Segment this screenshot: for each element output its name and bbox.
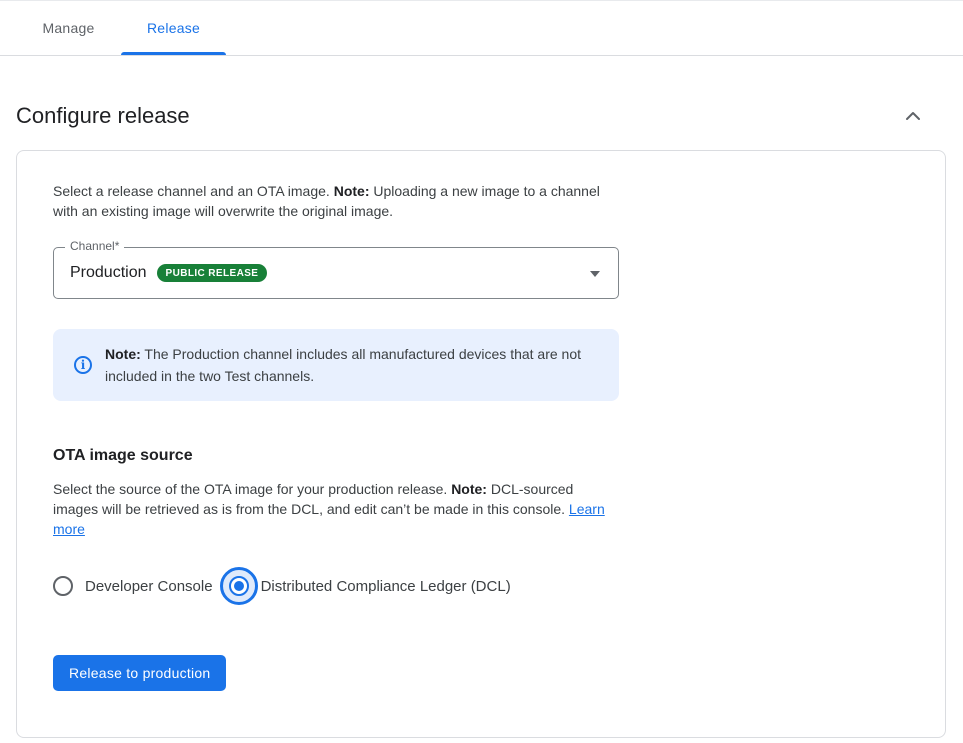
section-header: Configure release xyxy=(16,102,947,130)
tab-manage[interactable]: Manage xyxy=(16,1,121,55)
radio-dot xyxy=(234,581,244,591)
production-note-box: i Note: The Production channel includes … xyxy=(53,329,619,401)
intro-text-pre: Select a release channel and an OTA imag… xyxy=(53,183,334,199)
ota-source-description: Select the source of the OTA image for y… xyxy=(53,479,619,539)
ota-desc-note-label: Note: xyxy=(451,481,487,497)
ota-source-radio-group: Developer Console Distributed Compliance… xyxy=(53,567,909,605)
note-box-body: The Production channel includes all manu… xyxy=(105,346,581,384)
public-release-badge: PUBLIC RELEASE xyxy=(157,264,268,282)
tab-manage-label: Manage xyxy=(42,20,94,36)
radio-developer-console-label: Developer Console xyxy=(85,578,213,595)
radio-dcl[interactable]: Distributed Compliance Ledger (DCL) xyxy=(220,567,511,605)
channel-selected-value: Production xyxy=(70,264,147,282)
release-to-production-button[interactable]: Release to production xyxy=(53,655,226,691)
active-tab-indicator xyxy=(121,52,226,55)
collapse-section-button[interactable] xyxy=(901,104,925,128)
ota-image-source-heading: OTA image source xyxy=(53,447,909,465)
intro-note-label: Note: xyxy=(334,183,370,199)
configure-release-card: Select a release channel and an OTA imag… xyxy=(16,150,946,738)
page: Manage Release Configure release Select … xyxy=(0,0,963,743)
intro-text: Select a release channel and an OTA imag… xyxy=(53,181,619,221)
channel-select[interactable]: Channel* Production PUBLIC RELEASE xyxy=(53,247,619,299)
radio-dcl-label: Distributed Compliance Ledger (DCL) xyxy=(261,578,511,595)
tab-release-label: Release xyxy=(147,20,200,36)
radio-developer-console[interactable]: Developer Console xyxy=(53,576,213,596)
chevron-up-icon xyxy=(901,116,925,131)
radio-focus-ring xyxy=(220,567,258,605)
page-title: Configure release xyxy=(16,103,190,129)
note-box-text: Note: The Production channel includes al… xyxy=(105,343,595,387)
tab-release[interactable]: Release xyxy=(121,1,226,55)
radio-unselected-icon xyxy=(53,576,73,596)
dropdown-arrow-icon xyxy=(590,271,600,277)
tabs-bar: Manage Release xyxy=(0,1,963,56)
radio-selected-icon xyxy=(229,576,249,596)
note-box-label: Note: xyxy=(105,346,141,362)
ota-desc-pre: Select the source of the OTA image for y… xyxy=(53,481,451,497)
channel-field-label: Channel* xyxy=(65,239,124,253)
info-icon: i xyxy=(74,356,92,374)
